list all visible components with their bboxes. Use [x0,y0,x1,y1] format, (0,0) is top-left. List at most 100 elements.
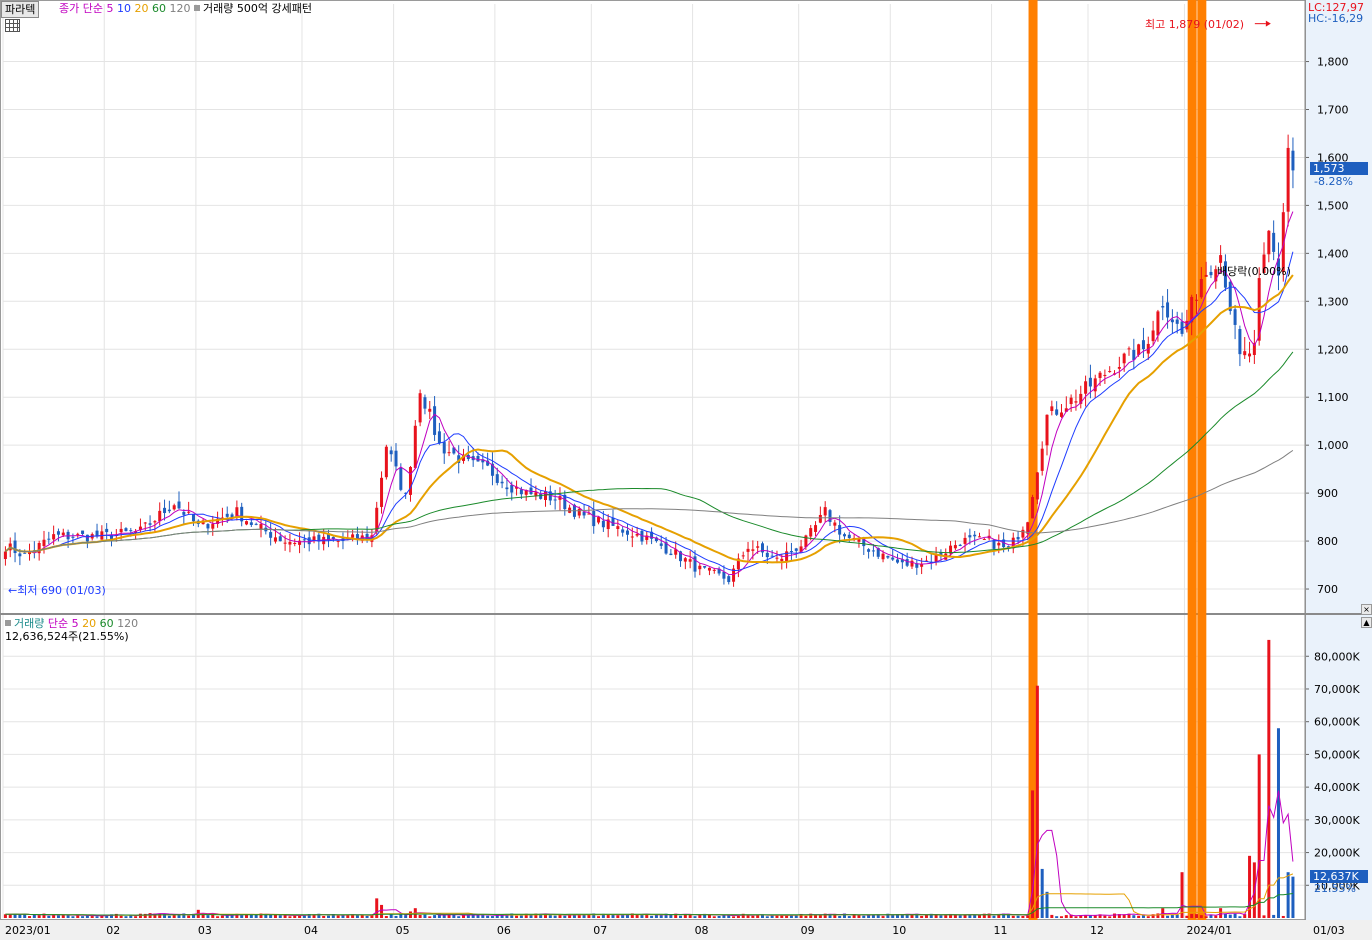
candle-body [1233,309,1237,325]
volume-bar [944,915,948,918]
candle-body [380,477,384,507]
candle-body [1103,374,1107,376]
volume-bar [1238,916,1242,918]
volume-bar [278,915,282,918]
candle-body [794,548,798,551]
candle-body [1248,353,1252,357]
candle-body [982,538,986,540]
candle-body [707,567,711,571]
volume-bar [891,915,895,918]
pane-maximize-button[interactable]: ▲ [1361,617,1372,628]
volume-bar [1156,913,1160,918]
candle-body [1084,381,1088,394]
candle-body [814,525,818,532]
price-tick-label: 800 [1317,535,1338,548]
volume-tick-label: 30,000K [1314,814,1360,827]
volume-bar [134,916,138,918]
candle-body [1238,329,1242,355]
volume-bar [336,915,340,918]
low-annotation: ←최저 690 (01/03) [8,584,106,597]
price-period-10: 10 [116,2,135,15]
candle-body [963,537,967,544]
dividend-annotation: 배당락(0.00%) [1217,265,1291,278]
volume-bar [245,914,249,918]
candle-body [182,511,186,515]
volume-bar [322,915,326,918]
date-tick-label: 09 [801,924,815,937]
candle-body [1156,311,1160,336]
candle-body [510,484,514,493]
candle-body [56,531,60,535]
volume-bar [1281,915,1285,918]
candle-body [437,431,441,444]
volume-bar [167,915,171,918]
candle-body [278,536,282,542]
volume-bar [505,915,509,918]
legend-label: 종가 단순 [59,2,103,15]
candle-body [129,530,133,532]
candle-body [886,555,890,558]
price-tick-label: 900 [1317,487,1338,500]
volume-bar [95,916,99,918]
volume-bar [693,916,697,918]
volume-bar [81,916,85,918]
grid-table-icon[interactable] [5,19,20,32]
candle-body [428,408,432,412]
candle-body [85,534,89,542]
candle-body [746,548,750,552]
date-tick-label: 11 [994,924,1008,937]
date-tick-label: 10 [892,924,906,937]
candle-body [273,537,277,542]
volume-bar [1195,914,1198,918]
stock-chart: 700 800 900 1,000 1,100 1,200 1,300 1,400 1,500 1… [0,0,1372,940]
candle-body [302,539,306,541]
candle-body [722,571,726,579]
volume-bar [1055,916,1059,918]
legend-periods: 5 10 20 60 120 [106,2,194,15]
candle-body [1175,319,1179,324]
volume-square-icon [5,620,11,626]
candle-body [71,536,75,538]
candle-body [1117,366,1121,369]
pane-close-button[interactable]: × [1361,604,1372,615]
candle-body [891,557,895,560]
volume-bar [563,915,567,918]
date-tick-label: 06 [497,924,511,937]
volume-bar [1035,685,1039,918]
price-tick-label: 1,000 [1317,439,1349,452]
candle-body [177,501,181,509]
candle-body [384,446,388,478]
left-arrow-icon: ← [8,584,18,597]
volume-bar [1267,639,1271,918]
volume-period-120: 120 [117,617,139,630]
volume-bar [1141,915,1145,918]
price-axis-background [1305,0,1372,940]
high-annotation: 최고 1,879 (01/02) [1145,18,1245,31]
volume-bar [1040,868,1044,918]
volume-legend: 거래량 단순 5 20 60 120 [5,617,138,630]
candle-body [1291,150,1295,171]
candle-body [1267,230,1271,255]
candle-body [905,559,909,566]
candle-body [616,526,620,529]
volume-bar [650,915,654,918]
volume-period-60: 60 [99,617,118,630]
price-period-20: 20 [134,2,152,15]
volume-bar [452,914,456,918]
candle-body [659,543,663,546]
candle-body [727,576,731,583]
volume-bar [881,916,885,918]
stock-name-tab[interactable]: 파라텍 [1,1,40,18]
candle-body [1031,497,1035,519]
current-volume-change: 21.55% [1314,882,1356,895]
volume-label: 거래량 [14,617,45,630]
volume-bar [206,915,210,918]
volume-bar [1113,913,1117,918]
candle-body [3,551,7,560]
price-tick-label: 1,100 [1317,391,1349,404]
candle-body [211,524,215,529]
volume-bar [486,915,490,918]
volume-bar [384,916,388,918]
volume-bar [1059,916,1063,918]
volume-bar [1233,913,1237,918]
